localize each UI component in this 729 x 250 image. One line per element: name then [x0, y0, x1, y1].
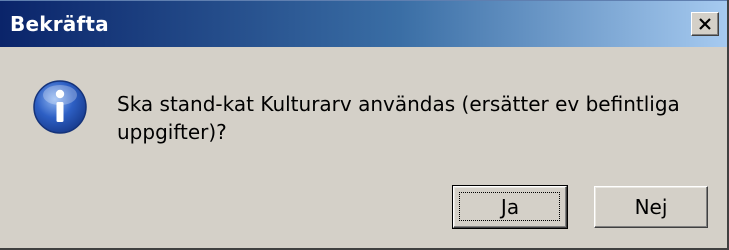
- yes-button-label: Ja: [500, 195, 520, 219]
- close-button[interactable]: [691, 12, 719, 36]
- confirm-dialog: Bekräfta Ska stand-kat Kulturarv använda…: [0, 0, 729, 250]
- title-bar[interactable]: Bekräfta: [0, 0, 727, 47]
- no-button[interactable]: Nej: [594, 186, 708, 228]
- dialog-title: Bekräfta: [10, 12, 109, 36]
- no-button-label: Nej: [634, 195, 668, 219]
- close-icon: [699, 18, 711, 30]
- message-text: Ska stand-kat Kulturarv användas (ersätt…: [117, 92, 680, 144]
- yes-button[interactable]: Ja: [452, 185, 568, 229]
- info-icon: [33, 80, 87, 134]
